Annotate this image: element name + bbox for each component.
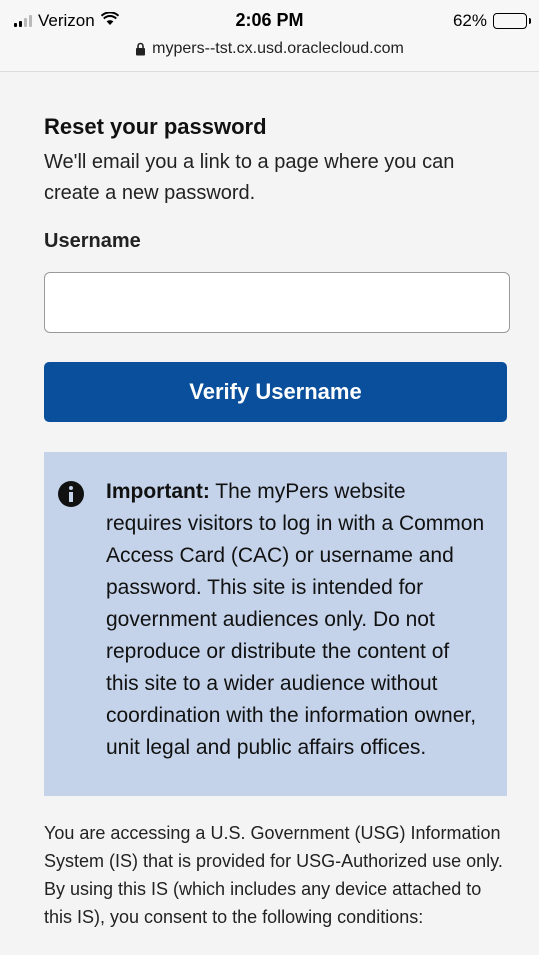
battery-indicator: 62% [452,11,531,31]
battery-icon [493,13,531,29]
notice-body: The myPers website requires visitors to … [106,480,485,759]
consent-text: You are accessing a U.S. Government (USG… [44,823,503,927]
important-notice: Important: The myPers website requires v… [44,452,507,796]
username-input[interactable] [44,272,510,333]
browser-status-bar: Verizon 2:06 PM 62% mypers--tst.cx.usd.o… [0,0,539,72]
url-text: mypers--tst.cx.usd.oraclecloud.com [152,40,404,57]
address-bar[interactable]: mypers--tst.cx.usd.oraclecloud.com [0,34,539,64]
notice-text: Important: The myPers website requires v… [106,476,486,764]
username-label: Username [44,230,141,252]
info-icon [58,481,84,507]
verify-username-button[interactable]: Verify Username [44,362,507,422]
system-status-row: Verizon 2:06 PM 62% [0,8,539,34]
lock-icon [136,42,146,56]
notice-important-label: Important: [106,480,210,503]
battery-percent: 62% [452,11,487,30]
page-title: Reset your password [44,114,267,139]
reset-password-page: Reset your password We'll email you a li… [0,72,539,955]
page-description: We'll email you a link to a page where y… [44,151,455,204]
